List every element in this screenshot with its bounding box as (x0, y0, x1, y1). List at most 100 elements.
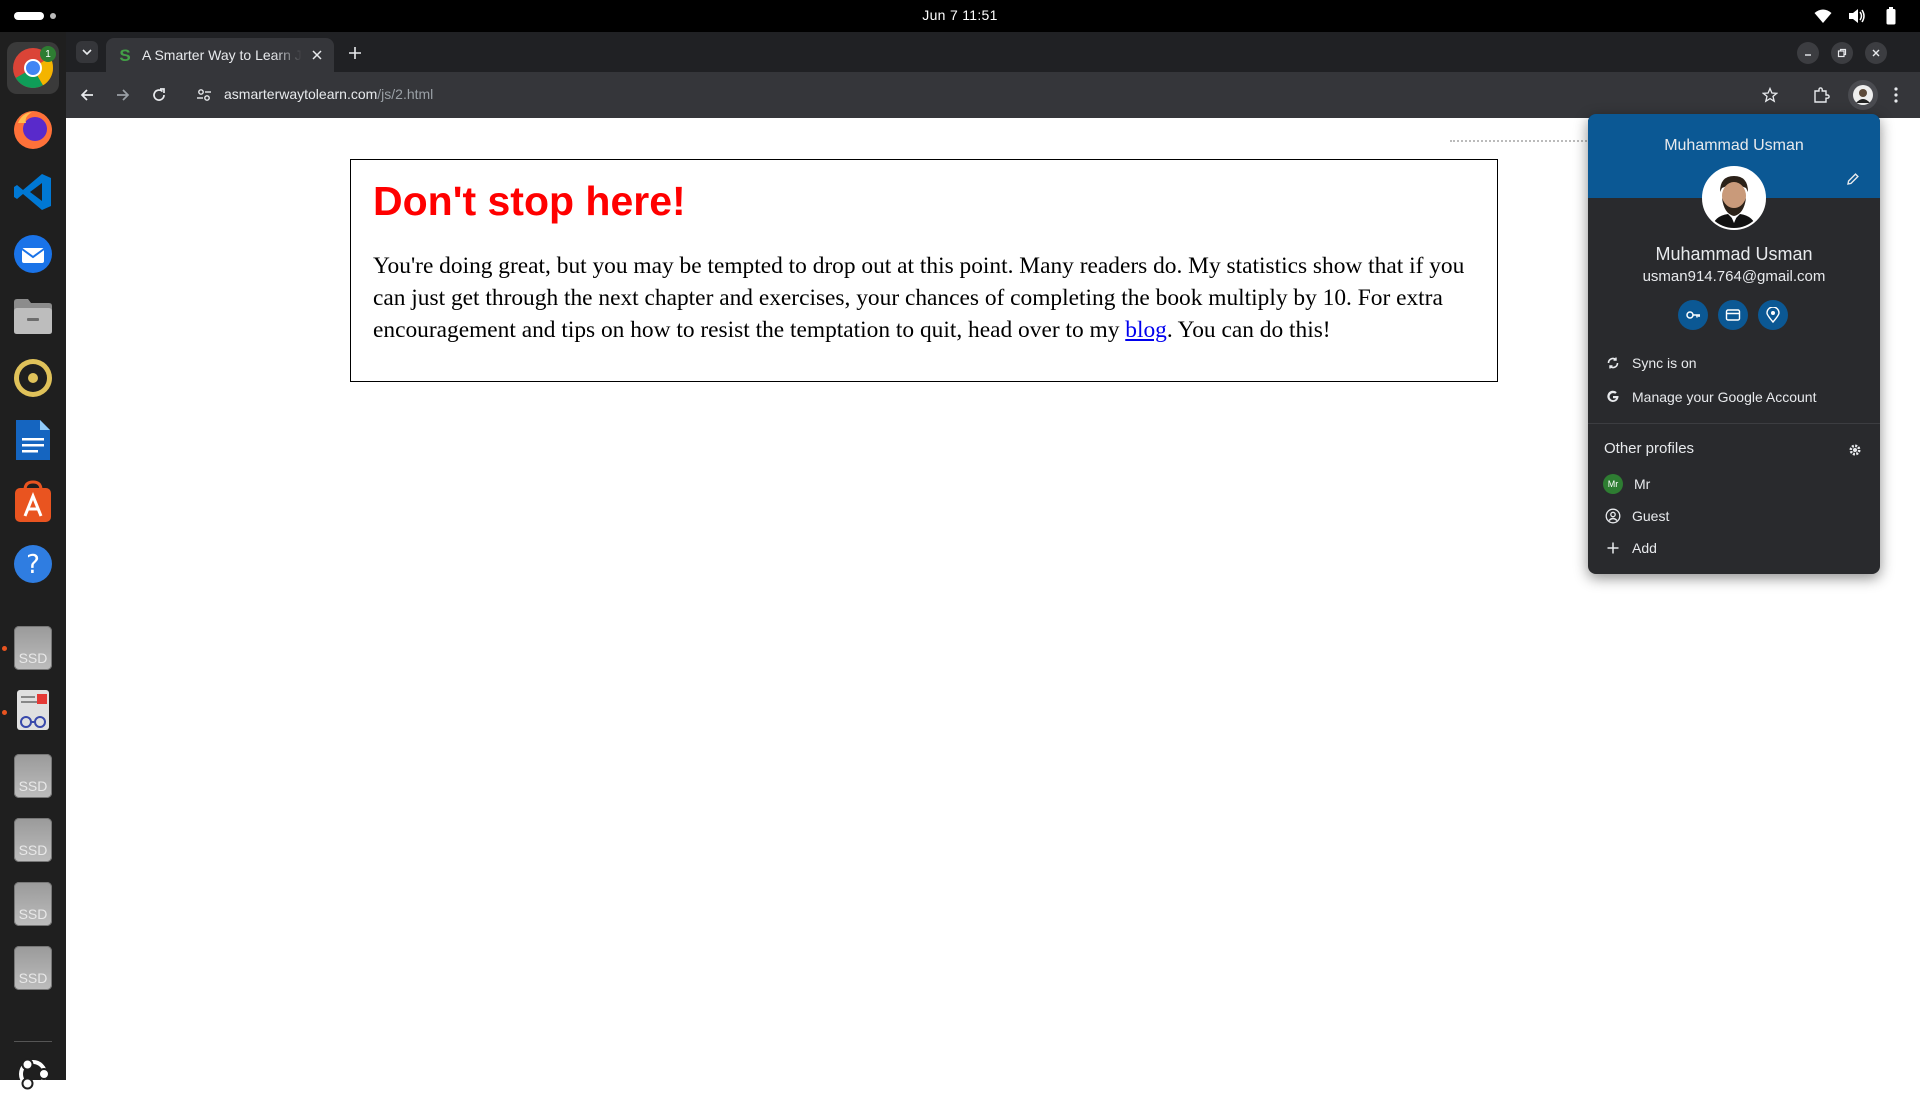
other-profiles-heading: Other profiles (1604, 440, 1695, 457)
document-viewer-icon (17, 690, 49, 730)
google-g-icon (1604, 388, 1622, 406)
profile-item-mr[interactable]: Mr Mr (1588, 468, 1880, 500)
paragraph-text-end: . You can do this! (1166, 317, 1331, 343)
dock: 1 ? SSD SSD SSD SSD SSD (0, 32, 66, 1090)
tab-strip: S A Smarter Way to Learn JavaScript (66, 32, 1920, 72)
tab-active[interactable]: S A Smarter Way to Learn JavaScript (106, 38, 334, 72)
ubuntu-logo-icon (19, 1058, 50, 1090)
payment-card-icon[interactable] (1718, 300, 1748, 330)
new-tab-button[interactable] (344, 42, 366, 64)
restore-icon (1837, 48, 1847, 58)
system-tray[interactable] (1814, 7, 1900, 25)
files-icon (14, 299, 52, 334)
profile-avatar-button[interactable] (1848, 80, 1878, 110)
add-profile-row[interactable]: Add (1588, 532, 1880, 564)
profile-avatar[interactable] (1702, 166, 1766, 230)
addresses-location-icon[interactable] (1758, 300, 1788, 330)
dock-app-center[interactable] (7, 476, 59, 528)
firefox-icon (14, 111, 52, 149)
wifi-icon[interactable] (1814, 7, 1832, 25)
help-icon: ? (14, 545, 52, 583)
dock-ssd-2[interactable]: SSD (7, 750, 59, 802)
close-window-button[interactable] (1865, 42, 1887, 64)
sync-row[interactable]: Sync is on (1588, 347, 1880, 379)
restore-button[interactable] (1831, 42, 1853, 64)
sync-label: Sync is on (1632, 355, 1697, 371)
passwords-key-icon[interactable] (1678, 300, 1708, 330)
forward-button[interactable] (111, 83, 135, 107)
profile-menu: Muhammad Usman Muhammad Usman usman914.7… (1588, 114, 1880, 574)
close-icon (1872, 49, 1880, 57)
clock[interactable]: Jun 7 11:51 (922, 7, 997, 23)
avatar (1853, 85, 1873, 105)
address-bar[interactable]: asmarterwaytolearn.com/js/2.html (184, 77, 1874, 113)
vscode-icon (14, 174, 51, 210)
dock-vscode[interactable] (7, 166, 59, 218)
page-paragraph: You're doing great, but you may be tempt… (373, 250, 1473, 346)
chevron-down-icon (82, 49, 92, 55)
volume-icon[interactable] (1848, 7, 1866, 25)
manage-account-label: Manage your Google Account (1632, 389, 1817, 405)
close-tab-icon[interactable] (308, 46, 326, 64)
svg-text:?: ? (26, 550, 40, 580)
profile-item-label: Mr (1634, 476, 1651, 492)
url-host: asmarterwaytolearn.com (224, 86, 378, 102)
drive-icon: SSD (14, 946, 52, 990)
manage-account-row[interactable]: Manage your Google Account (1588, 381, 1880, 413)
browser-toolbar: asmarterwaytolearn.com/js/2.html (66, 72, 1920, 118)
sync-icon (1604, 354, 1622, 372)
manage-profiles-gear-icon[interactable] (1846, 441, 1864, 459)
plus-icon (1604, 539, 1622, 557)
url-path: /js/2.html (377, 86, 434, 102)
divider (1588, 423, 1880, 424)
bookmark-star-icon[interactable] (1758, 83, 1782, 107)
dock-ssd-5[interactable]: SSD (7, 942, 59, 994)
dock-thunderbird[interactable] (7, 228, 59, 280)
tune-icon[interactable] (196, 87, 212, 103)
arrow-left-icon (80, 89, 93, 101)
drive-icon: SSD (14, 882, 52, 926)
dock-help[interactable]: ? (7, 538, 59, 590)
extensions-puzzle-icon[interactable] (1809, 83, 1833, 107)
dock-rhythmbox[interactable] (7, 352, 59, 404)
chrome-menu-kebab-icon[interactable] (1884, 83, 1908, 107)
dock-files[interactable] (7, 290, 59, 342)
profile-item-label: Guest (1632, 508, 1670, 524)
reload-button[interactable] (147, 83, 171, 107)
tab-title: A Smarter Way to Learn JavaScript (142, 47, 302, 63)
mr-avatar: Mr (1603, 474, 1623, 494)
app-center-icon (15, 480, 51, 522)
dock-ssd-4[interactable]: SSD (7, 878, 59, 930)
dock-chrome[interactable]: 1 (7, 42, 59, 94)
back-button[interactable] (75, 83, 99, 107)
notification-badge: 1 (40, 46, 56, 62)
activities-indicator[interactable] (14, 11, 60, 21)
tab-search-button[interactable] (76, 41, 98, 63)
minimize-icon (1805, 54, 1811, 56)
guest-account-icon (1604, 507, 1622, 525)
svg-text:S: S (119, 46, 130, 64)
add-profile-label: Add (1632, 540, 1657, 556)
profile-item-guest[interactable]: Guest (1588, 500, 1880, 532)
arrow-right-icon (117, 89, 130, 101)
drive-icon: SSD (14, 754, 52, 798)
url-text[interactable]: asmarterwaytolearn.com/js/2.html (224, 86, 433, 102)
dock-ssd-3[interactable]: SSD (7, 814, 59, 866)
site-favicon-icon: S (119, 46, 130, 64)
dock-writer[interactable] (7, 414, 59, 466)
minimize-button[interactable] (1797, 42, 1819, 64)
dock-show-apps[interactable] (7, 1048, 59, 1100)
drive-icon: SSD (14, 626, 52, 670)
dock-firefox[interactable] (7, 104, 59, 156)
dock-separator (14, 1041, 52, 1042)
battery-icon[interactable] (1882, 7, 1900, 25)
dock-document-viewer[interactable] (7, 684, 59, 736)
thunderbird-icon (14, 235, 52, 273)
edit-pencil-icon[interactable] (1844, 170, 1862, 188)
plus-icon (349, 47, 361, 59)
dock-ssd-1[interactable]: SSD (7, 622, 59, 674)
rhythmbox-icon (14, 359, 52, 397)
blog-link[interactable]: blog (1125, 317, 1167, 343)
reload-icon (153, 88, 165, 101)
page-heading: Don't stop here! (373, 178, 686, 224)
